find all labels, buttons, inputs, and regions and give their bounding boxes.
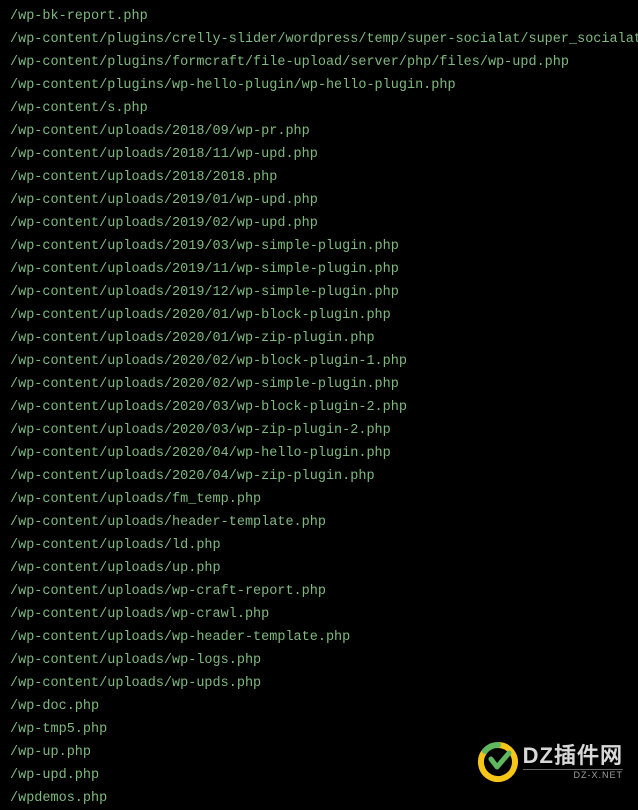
file-path-line: /wp-content/uploads/wp-crawl.php bbox=[10, 603, 628, 626]
file-path-line: /wp-content/uploads/2018/2018.php bbox=[10, 166, 628, 189]
file-path-line: /wp-content/plugins/crelly-slider/wordpr… bbox=[10, 28, 628, 51]
file-path-line: /wp-content/uploads/2020/01/wp-zip-plugi… bbox=[10, 327, 628, 350]
file-path-line: /wp-content/uploads/2020/03/wp-block-plu… bbox=[10, 396, 628, 419]
file-path-line: /wp-content/uploads/fm_temp.php bbox=[10, 488, 628, 511]
file-path-line: /wp-content/uploads/2020/04/wp-hello-plu… bbox=[10, 442, 628, 465]
file-path-line: /wp-doc.php bbox=[10, 695, 628, 718]
file-path-line: /wp-content/plugins/formcraft/file-uploa… bbox=[10, 51, 628, 74]
file-path-line: /wp-tmp5.php bbox=[10, 718, 628, 741]
file-path-line: /wp-content/uploads/2019/01/wp-upd.php bbox=[10, 189, 628, 212]
file-path-line: /wp-content/uploads/2020/01/wp-block-plu… bbox=[10, 304, 628, 327]
file-path-line: /wp-content/uploads/2019/02/wp-upd.php bbox=[10, 212, 628, 235]
file-path-line: /wp-content/uploads/2019/03/wp-simple-pl… bbox=[10, 235, 628, 258]
file-path-line: /wp-content/uploads/header-template.php bbox=[10, 511, 628, 534]
watermark-logo-icon bbox=[477, 741, 519, 783]
watermark-text: DZ插件网 DZ-X.NET bbox=[523, 745, 623, 780]
file-path-line: /wp-content/uploads/2020/03/wp-zip-plugi… bbox=[10, 419, 628, 442]
file-path-line: /wp-bk-report.php bbox=[10, 5, 628, 28]
file-path-line: /wp-content/uploads/2020/02/wp-simple-pl… bbox=[10, 373, 628, 396]
file-path-line: /wp-content/uploads/ld.php bbox=[10, 534, 628, 557]
file-path-line: /wp-content/uploads/2020/04/wp-zip-plugi… bbox=[10, 465, 628, 488]
file-path-line: /wp-content/uploads/wp-craft-report.php bbox=[10, 580, 628, 603]
file-path-list: /wp-bk-report.php /wp-content/plugins/cr… bbox=[10, 5, 628, 810]
file-path-line: /wp-content/uploads/2018/09/wp-pr.php bbox=[10, 120, 628, 143]
watermark-main-text: DZ插件网 bbox=[523, 745, 623, 767]
file-path-line: /wp-content/uploads/up.php bbox=[10, 557, 628, 580]
file-path-line: /wp-content/uploads/wp-header-template.p… bbox=[10, 626, 628, 649]
file-path-line: /wp-content/uploads/wp-logs.php bbox=[10, 649, 628, 672]
file-path-line: /wpdemos.php bbox=[10, 787, 628, 810]
file-path-line: /wp-content/uploads/2019/12/wp-simple-pl… bbox=[10, 281, 628, 304]
file-path-line: /wp-content/plugins/wp-hello-plugin/wp-h… bbox=[10, 74, 628, 97]
file-path-line: /wp-content/uploads/wp-upds.php bbox=[10, 672, 628, 695]
file-path-line: /wp-content/s.php bbox=[10, 97, 628, 120]
watermark-sub-text: DZ-X.NET bbox=[523, 769, 623, 780]
file-path-line: /wp-content/uploads/2018/11/wp-upd.php bbox=[10, 143, 628, 166]
watermark: DZ插件网 DZ-X.NET bbox=[477, 741, 623, 783]
file-path-line: /wp-content/uploads/2019/11/wp-simple-pl… bbox=[10, 258, 628, 281]
file-path-line: /wp-content/uploads/2020/02/wp-block-plu… bbox=[10, 350, 628, 373]
